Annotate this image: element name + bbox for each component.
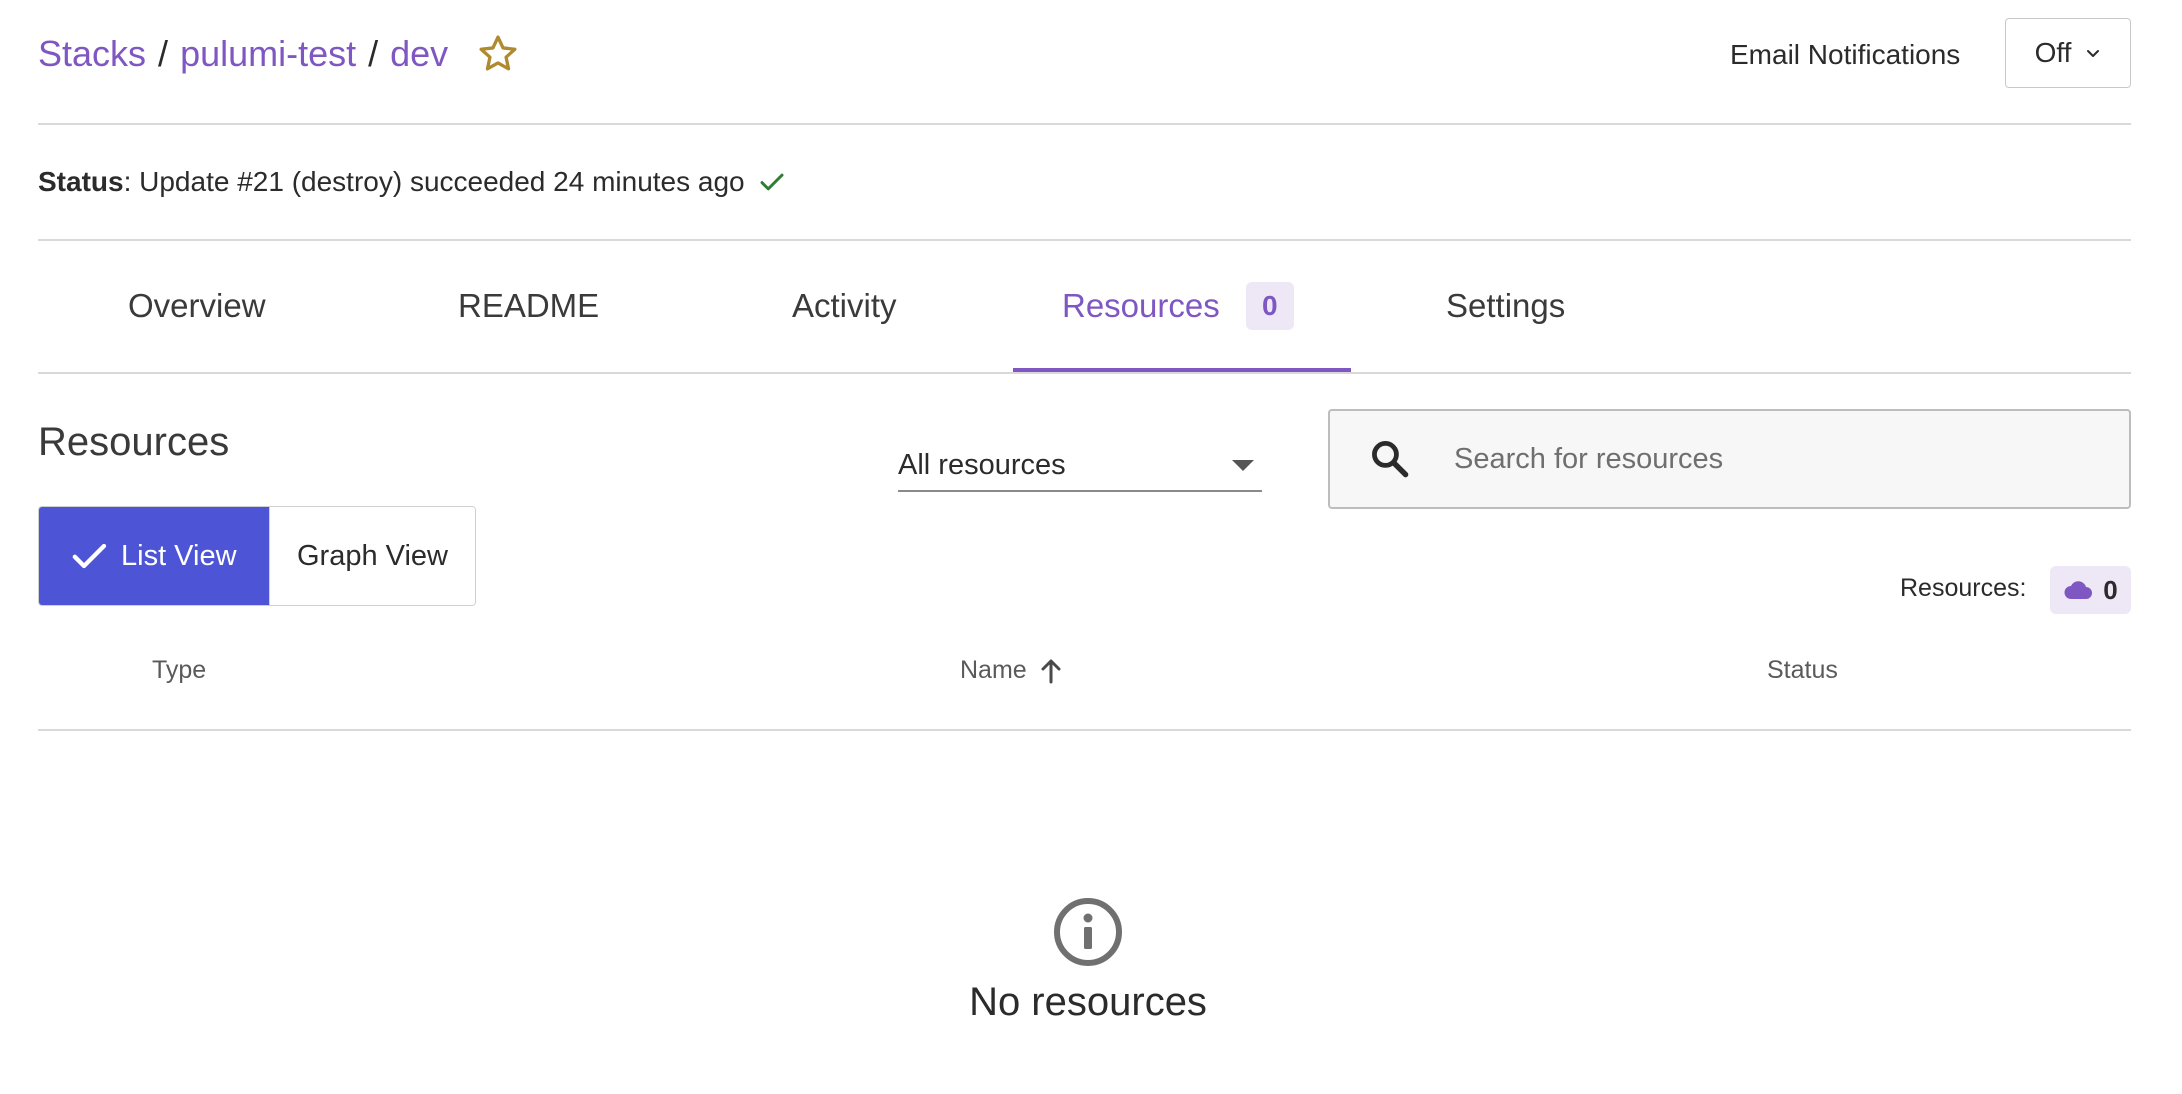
tab-resources[interactable]: Resources 0: [1062, 240, 1294, 372]
tab-label: Activity: [792, 287, 897, 324]
breadcrumb-stacks-link[interactable]: Stacks: [38, 26, 146, 82]
table-header-divider: [38, 729, 2131, 731]
check-icon: [72, 543, 107, 569]
tab-label: Resources: [1062, 287, 1220, 324]
column-header-status[interactable]: Status: [1767, 656, 1838, 685]
section-title: Resources: [38, 420, 230, 464]
tab-readme[interactable]: README: [458, 240, 599, 372]
column-header-label: Name: [960, 656, 1027, 684]
list-view-button[interactable]: List View: [39, 507, 269, 605]
column-header-name[interactable]: Name: [960, 656, 1063, 685]
column-header-type[interactable]: Type: [152, 656, 206, 685]
status-text: : Update #21 (destroy) succeeded 24 minu…: [123, 166, 745, 197]
resources-count-value: 0: [2103, 574, 2118, 605]
list-view-label: List View: [121, 539, 237, 572]
column-header-label: Type: [152, 656, 207, 684]
search-input[interactable]: [1452, 441, 2096, 477]
tab-label: Overview: [128, 287, 266, 324]
view-toggle: List View Graph View: [38, 506, 476, 606]
resources-count-badge: 0: [2050, 566, 2131, 614]
tab-label: README: [458, 287, 600, 324]
search-icon: [1372, 441, 1409, 478]
dropdown-arrow-icon: [1232, 459, 1254, 471]
email-notifications-select[interactable]: Off: [2005, 18, 2131, 88]
stack-resources-page: Stacks / pulumi-test / dev Email Notific…: [0, 0, 2182, 1094]
column-header-label: Status: [1767, 656, 1838, 684]
breadcrumb-stack-link[interactable]: dev: [390, 26, 448, 82]
stack-status: Status : Update #21 (destroy) succeeded …: [38, 162, 787, 202]
resource-filter-value: All resources: [898, 448, 1066, 481]
chevron-down-icon: [2087, 50, 2100, 57]
cloud-icon: [2064, 581, 2093, 599]
tab-overview[interactable]: Overview: [128, 240, 266, 372]
resource-count-badge: 0: [1245, 282, 1294, 330]
divider: [38, 123, 2131, 125]
graph-view-button[interactable]: Graph View: [269, 507, 475, 605]
resource-filter-select[interactable]: All resources: [898, 440, 1262, 492]
graph-view-label: Graph View: [297, 539, 448, 572]
breadcrumb-separator: /: [368, 33, 379, 74]
breadcrumb: Stacks / pulumi-test / dev: [38, 26, 520, 82]
info-icon: [1054, 898, 1122, 966]
empty-state-text: No resources: [969, 980, 1207, 1024]
tab-label: Settings: [1446, 287, 1566, 324]
email-notifications-value: Off: [2034, 37, 2072, 68]
tab-activity[interactable]: Activity: [792, 240, 897, 372]
check-icon: [760, 173, 784, 191]
search-box[interactable]: [1328, 409, 2131, 509]
tab-bar: Overview README Activity Resources 0 Set…: [38, 240, 2131, 372]
divider: [38, 372, 2131, 374]
breadcrumb-project-link[interactable]: pulumi-test: [180, 26, 356, 82]
resources-count-label: Resources:: [1900, 574, 2027, 602]
status-label: Status: [38, 166, 124, 197]
tab-settings[interactable]: Settings: [1446, 240, 1565, 372]
breadcrumb-separator: /: [158, 33, 169, 74]
email-notifications-label: Email Notifications: [1730, 39, 1961, 70]
star-icon[interactable]: [476, 32, 520, 76]
sort-ascending-icon: [1041, 659, 1061, 683]
